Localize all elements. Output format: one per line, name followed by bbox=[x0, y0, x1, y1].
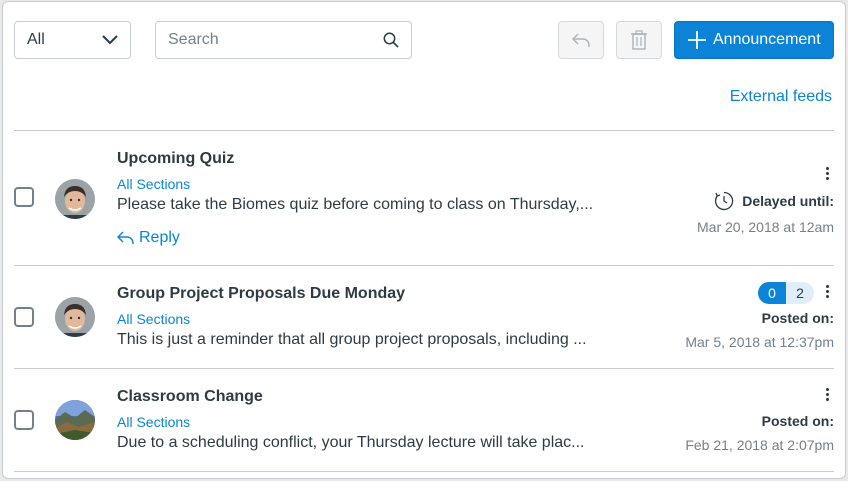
chevron-down-icon bbox=[102, 35, 118, 45]
filter-select[interactable]: All bbox=[14, 21, 131, 59]
announcement-content: Classroom Change All Sections Due to a s… bbox=[117, 387, 587, 453]
search-box bbox=[155, 21, 412, 59]
select-checkbox[interactable] bbox=[14, 187, 34, 207]
avatar bbox=[55, 400, 95, 440]
delete-button[interactable] bbox=[616, 21, 662, 59]
sections-link[interactable]: All Sections bbox=[117, 175, 587, 193]
announcement-snippet: This is just a reminder that all group p… bbox=[117, 331, 587, 348]
announcement-row[interactable]: Group Project Proposals Due Monday All S… bbox=[14, 266, 834, 369]
status-date: Mar 5, 2018 at 12:37pm bbox=[685, 334, 834, 350]
select-checkbox[interactable] bbox=[14, 410, 34, 430]
filter-select-value: All bbox=[27, 31, 45, 48]
landscape-icon bbox=[55, 400, 95, 440]
sections-link[interactable]: All Sections bbox=[117, 413, 587, 431]
announcement-content: Upcoming Quiz All Sections Please take t… bbox=[117, 149, 594, 247]
man-face-icon bbox=[55, 297, 95, 337]
reply-icon bbox=[117, 231, 134, 244]
unread-count: 0 bbox=[758, 282, 786, 304]
reply-count: 2 bbox=[786, 282, 814, 304]
add-announcement-label: Announcement bbox=[713, 31, 821, 48]
toolbar: All Search Announcement bbox=[3, 2, 845, 82]
status-label: Posted on: bbox=[761, 413, 834, 429]
reply-label: Reply bbox=[139, 229, 180, 246]
announcement-snippet: Due to a scheduling conflict, your Thurs… bbox=[117, 434, 585, 451]
status-date: Mar 20, 2018 at 12am bbox=[697, 219, 834, 235]
announcement-title[interactable]: Classroom Change bbox=[117, 387, 587, 407]
more-options-icon[interactable] bbox=[824, 167, 830, 183]
announcement-content: Group Project Proposals Due Monday All S… bbox=[117, 284, 587, 350]
search-icon[interactable] bbox=[383, 32, 399, 48]
status-label: Posted on: bbox=[761, 310, 834, 326]
announcement-row[interactable]: Upcoming Quiz All Sections Please take t… bbox=[14, 131, 834, 266]
add-announcement-button[interactable]: Announcement bbox=[674, 21, 834, 59]
select-checkbox[interactable] bbox=[14, 307, 34, 327]
sections-link[interactable]: All Sections bbox=[117, 310, 587, 328]
delayed-clock-icon bbox=[715, 191, 734, 211]
status-date: Feb 21, 2018 at 2:07pm bbox=[685, 437, 834, 453]
search-input[interactable] bbox=[156, 22, 356, 58]
announcement-snippet: Please take the Biomes quiz before comin… bbox=[117, 196, 594, 213]
reply-icon bbox=[572, 33, 590, 47]
status-label-text: Delayed until: bbox=[742, 193, 834, 209]
more-options-icon[interactable] bbox=[824, 388, 830, 404]
external-feeds-link[interactable]: External feeds bbox=[730, 88, 832, 106]
status-label: Delayed until: bbox=[714, 191, 834, 211]
announcement-title[interactable]: Upcoming Quiz bbox=[117, 149, 587, 169]
man-face-icon bbox=[55, 179, 95, 219]
reply-count-badge: 0 2 bbox=[758, 282, 814, 304]
reply-link[interactable]: Reply bbox=[117, 229, 587, 247]
announcement-list: Upcoming Quiz All Sections Please take t… bbox=[14, 130, 834, 472]
avatar bbox=[55, 297, 95, 337]
more-options-icon[interactable] bbox=[824, 285, 830, 301]
plus-icon bbox=[688, 31, 706, 49]
avatar bbox=[55, 179, 95, 219]
announcement-row[interactable]: Classroom Change All Sections Due to a s… bbox=[14, 369, 834, 472]
reply-button[interactable] bbox=[558, 21, 604, 59]
announcements-panel: All Search Announcement External feeds U… bbox=[2, 1, 846, 479]
announcement-title[interactable]: Group Project Proposals Due Monday bbox=[117, 284, 587, 304]
trash-icon bbox=[631, 30, 647, 50]
